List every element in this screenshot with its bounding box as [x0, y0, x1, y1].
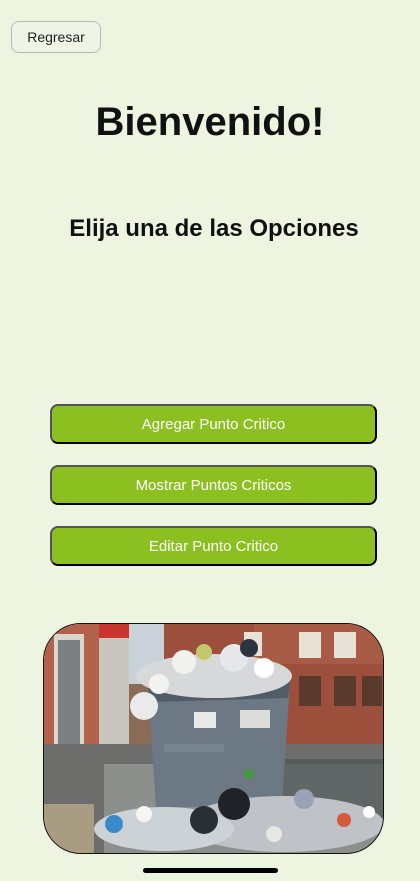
- trash-street-illustration: [44, 624, 383, 853]
- home-indicator: [143, 868, 278, 873]
- page-title: Bienvenido!: [95, 100, 325, 144]
- edit-critical-point-button[interactable]: Editar Punto Critico: [50, 526, 377, 566]
- add-critical-point-button[interactable]: Agregar Punto Critico: [50, 404, 377, 444]
- trash-street-photo: [43, 623, 384, 854]
- show-critical-points-button[interactable]: Mostrar Puntos Criticos: [50, 465, 377, 505]
- back-button[interactable]: Regresar: [11, 21, 101, 53]
- page-subtitle: Elija una de las Opciones: [69, 215, 359, 242]
